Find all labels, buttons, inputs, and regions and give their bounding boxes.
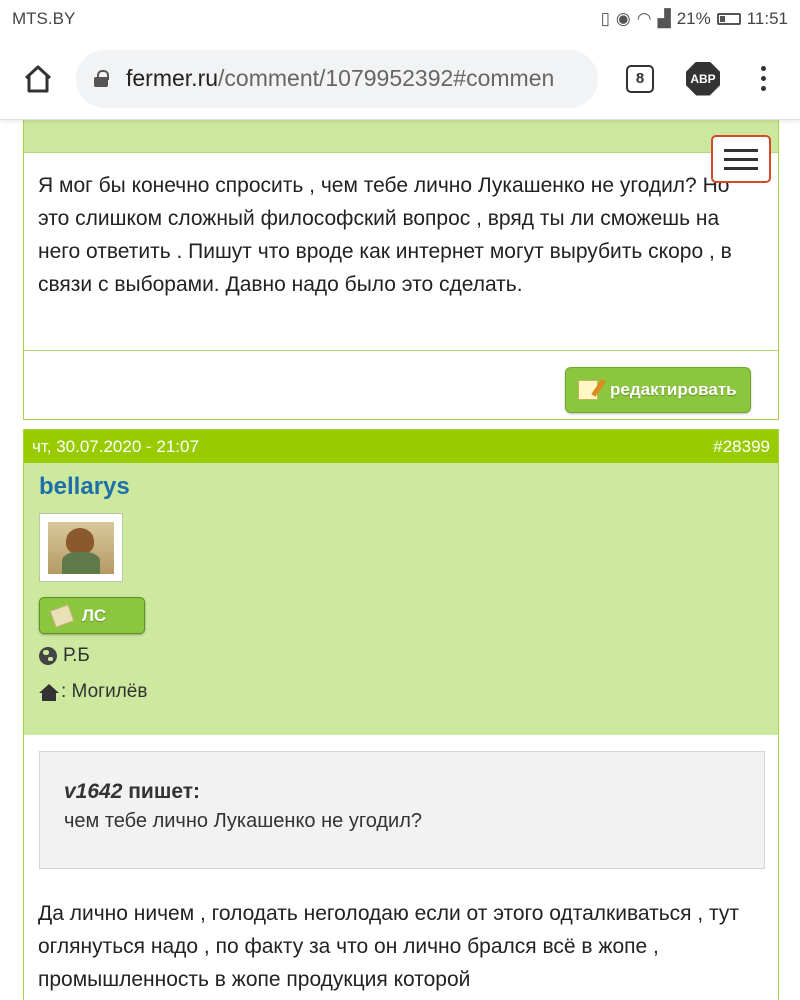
hamburger-line	[724, 148, 758, 152]
site-menu-button[interactable]	[711, 135, 771, 183]
tabs-count-button[interactable]: 8	[626, 64, 654, 93]
private-message-button[interactable]: ЛС	[39, 597, 145, 634]
url-domain: fermer.ru	[126, 65, 219, 91]
author-city: : Могилёв	[39, 678, 763, 706]
post-permalink[interactable]: #28399	[713, 437, 770, 457]
comment-post: Я мог бы конечно спросить , чем тебе лич…	[23, 120, 779, 420]
menu-dot	[760, 66, 766, 71]
quote-text: чем тебе лично Лукашенко не угодил?	[64, 810, 423, 832]
adblock-button[interactable]: ABP	[686, 61, 720, 96]
quote-header: v1642 пишет:	[64, 780, 740, 804]
browser-menu-button[interactable]	[758, 66, 768, 91]
home-icon	[24, 65, 52, 92]
avatar[interactable]	[39, 513, 123, 582]
post-body: Я мог бы конечно спросить , чем тебе лич…	[38, 174, 732, 296]
quote-author: v1642	[64, 780, 123, 803]
post-body: Да лично ничем , голодать неголодаю если…	[38, 902, 740, 991]
eye-icon: ◉	[615, 9, 631, 28]
post-author-panel: bellarys ЛС Р.Б : Могилёв	[24, 463, 778, 735]
globe-icon	[39, 647, 57, 665]
menu-dot	[760, 76, 766, 81]
post-footer: редактировать	[24, 350, 778, 419]
edit-icon	[578, 380, 598, 400]
author-username[interactable]: bellarys	[39, 473, 763, 501]
hamburger-line	[724, 166, 758, 170]
edit-button[interactable]: редактировать	[565, 367, 751, 413]
address-bar[interactable]: fermer.ru/comment/1079952392#commen	[76, 49, 598, 108]
author-country: Р.Б	[39, 642, 763, 670]
house-icon	[39, 683, 59, 701]
author-country-text: Р.Б	[63, 645, 90, 666]
post-author-panel	[24, 120, 778, 153]
vibrate-icon: ▯	[600, 9, 610, 28]
quote-says: пишет:	[122, 780, 201, 803]
browser-toolbar: fermer.ru/comment/1079952392#commen 8 AB…	[0, 38, 800, 120]
status-bar: MTS.BY ▯ ◉ ◠ ▟ 21% 11:51	[0, 0, 800, 38]
url-path: /comment/1079952392#commen	[218, 65, 555, 91]
post-date: чт, 30.07.2020 - 21:07	[32, 436, 199, 456]
avatar-image	[48, 521, 114, 574]
battery-percent: 21%	[676, 9, 711, 28]
author-city-text: : Могилёв	[61, 681, 148, 702]
hamburger-line	[724, 157, 758, 161]
home-button[interactable]	[18, 59, 58, 99]
lock-icon	[94, 69, 109, 87]
page-content: Я мог бы конечно спросить , чем тебе лич…	[0, 120, 800, 1000]
signal-icon: ▟	[657, 9, 671, 28]
clock: 11:51	[746, 9, 788, 28]
wifi-icon: ◠	[636, 9, 652, 28]
message-icon	[49, 603, 75, 628]
comment-post: чт, 30.07.2020 - 21:07 #28399 bellarys Л…	[23, 429, 779, 1000]
quote-block: v1642 пишет: чем тебе лично Лукашенко не…	[39, 751, 765, 869]
edit-button-label: редактировать	[610, 380, 737, 399]
private-message-label: ЛС	[82, 605, 107, 625]
status-icons: ▯ ◉ ◠ ▟ 21% 11:51	[601, 9, 788, 29]
post-header: чт, 30.07.2020 - 21:07 #28399	[24, 430, 778, 463]
carrier-label: MTS.BY	[12, 9, 76, 28]
menu-dot	[760, 86, 766, 91]
battery-icon	[716, 13, 741, 25]
